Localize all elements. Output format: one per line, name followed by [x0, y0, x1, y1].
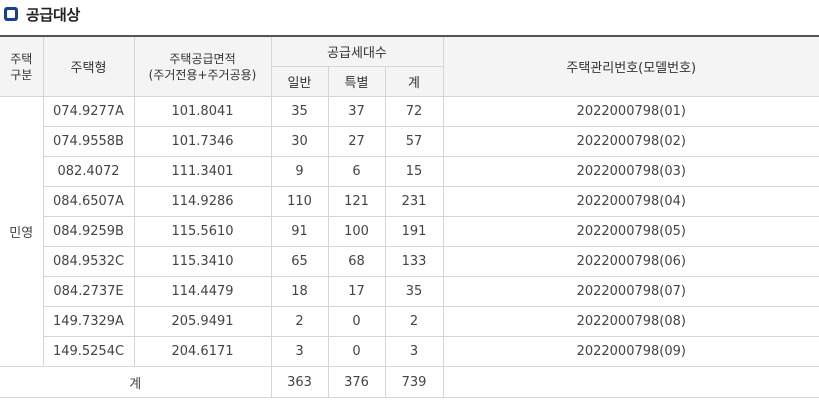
total-cell: 3 [384, 336, 444, 367]
house-type-cell: 149.7329A [43, 306, 135, 337]
special-cell: 6 [327, 156, 386, 187]
special-cell: 0 [327, 336, 386, 367]
house-type-cell: 074.9558B [43, 126, 135, 157]
management-no-cell: 2022000798(07) [442, 276, 819, 307]
general-cell: 3 [270, 336, 329, 367]
general-cell: 65 [270, 246, 329, 277]
special-cell: 68 [327, 246, 386, 277]
table-row: 149.5254C 204.6171 3 0 3 2022000798(09) [0, 336, 819, 367]
management-no-cell: 2022000798(02) [442, 126, 819, 157]
table-row: 082.4072 111.3401 9 6 15 2022000798(03) [0, 156, 819, 187]
general-cell: 2 [270, 306, 329, 337]
total-cell: 231 [384, 186, 444, 217]
header-supply-units: 공급세대수 [270, 35, 444, 67]
total-cell: 191 [384, 216, 444, 247]
area-cell: 114.4479 [133, 276, 272, 307]
area-cell: 205.9491 [133, 306, 272, 337]
table-row: 084.9259B 115.5610 91 100 191 2022000798… [0, 216, 819, 247]
area-cell: 101.8041 [133, 96, 272, 127]
general-cell: 9 [270, 156, 329, 187]
section-title: 공급대상 [26, 5, 81, 24]
total-cell: 133 [384, 246, 444, 277]
total-row: 계 363 376 739 [0, 366, 819, 398]
general-cell: 30 [270, 126, 329, 157]
management-no-cell: 2022000798(04) [442, 186, 819, 217]
area-cell: 204.6171 [133, 336, 272, 367]
table-row: 074.9558B 101.7346 30 27 57 2022000798(0… [0, 126, 819, 157]
total-special: 376 [327, 366, 386, 398]
house-type-cell: 084.2737E [43, 276, 135, 307]
header-total: 계 [384, 66, 444, 97]
special-cell: 100 [327, 216, 386, 247]
category-cell: 민영 [0, 96, 44, 367]
header-house-type: 주택형 [42, 35, 135, 97]
general-cell: 35 [270, 96, 329, 127]
total-cell: 35 [384, 276, 444, 307]
area-cell: 115.3410 [133, 246, 272, 277]
house-type-cell: 084.9259B [43, 216, 135, 247]
management-no-cell: 2022000798(09) [442, 336, 819, 367]
special-cell: 121 [327, 186, 386, 217]
house-type-cell: 074.9277A [42, 96, 135, 127]
total-cell: 15 [384, 156, 444, 187]
square-bullet-icon [4, 7, 18, 21]
total-general: 363 [270, 366, 329, 398]
header-house-category: 주택 구분 [0, 35, 44, 97]
section-header: 공급대상 [4, 3, 80, 25]
general-cell: 110 [270, 186, 329, 217]
header-management-no: 주택관리번호(모델번호) [442, 35, 819, 97]
header-special: 특별 [327, 66, 386, 97]
management-no-cell: 2022000798(03) [442, 156, 819, 187]
total-management-no [442, 366, 819, 398]
table-row: 149.7329A 205.9491 2 0 2 2022000798(08) [0, 306, 819, 337]
header-supply-area: 주택공급면적 (주거전용+주거공용) [133, 35, 272, 97]
special-cell: 37 [327, 96, 386, 127]
supply-target-table: 주택 구분 주택형 주택공급면적 (주거전용+주거공용) 공급세대수 주택관리번… [0, 35, 819, 398]
special-cell: 17 [327, 276, 386, 307]
table-row: 084.6507A 114.9286 110 121 231 202200079… [0, 186, 819, 217]
table-row: 민영 074.9277A 101.8041 35 37 72 202200079… [0, 96, 819, 367]
management-no-cell: 2022000798(05) [442, 216, 819, 247]
special-cell: 27 [327, 126, 386, 157]
total-total: 739 [384, 366, 444, 398]
special-cell: 0 [327, 306, 386, 337]
total-cell: 2 [384, 306, 444, 337]
house-type-cell: 084.9532C [43, 246, 135, 277]
general-cell: 18 [270, 276, 329, 307]
management-no-cell: 2022000798(08) [442, 306, 819, 337]
total-cell: 57 [384, 126, 444, 157]
area-cell: 114.9286 [133, 186, 272, 217]
area-cell: 111.3401 [133, 156, 272, 187]
house-type-cell: 082.4072 [43, 156, 135, 187]
area-cell: 115.5610 [133, 216, 272, 247]
area-cell: 101.7346 [133, 126, 272, 157]
management-no-cell: 2022000798(01) [442, 96, 819, 127]
general-cell: 91 [270, 216, 329, 247]
management-no-cell: 2022000798(06) [442, 246, 819, 277]
table-row: 084.9532C 115.3410 65 68 133 2022000798(… [0, 246, 819, 277]
total-cell: 72 [384, 96, 444, 127]
table-row: 084.2737E 114.4479 18 17 35 2022000798(0… [0, 276, 819, 307]
house-type-cell: 149.5254C [43, 336, 135, 367]
house-type-cell: 084.6507A [43, 186, 135, 217]
total-label: 계 [0, 366, 272, 398]
header-general: 일반 [271, 66, 329, 97]
